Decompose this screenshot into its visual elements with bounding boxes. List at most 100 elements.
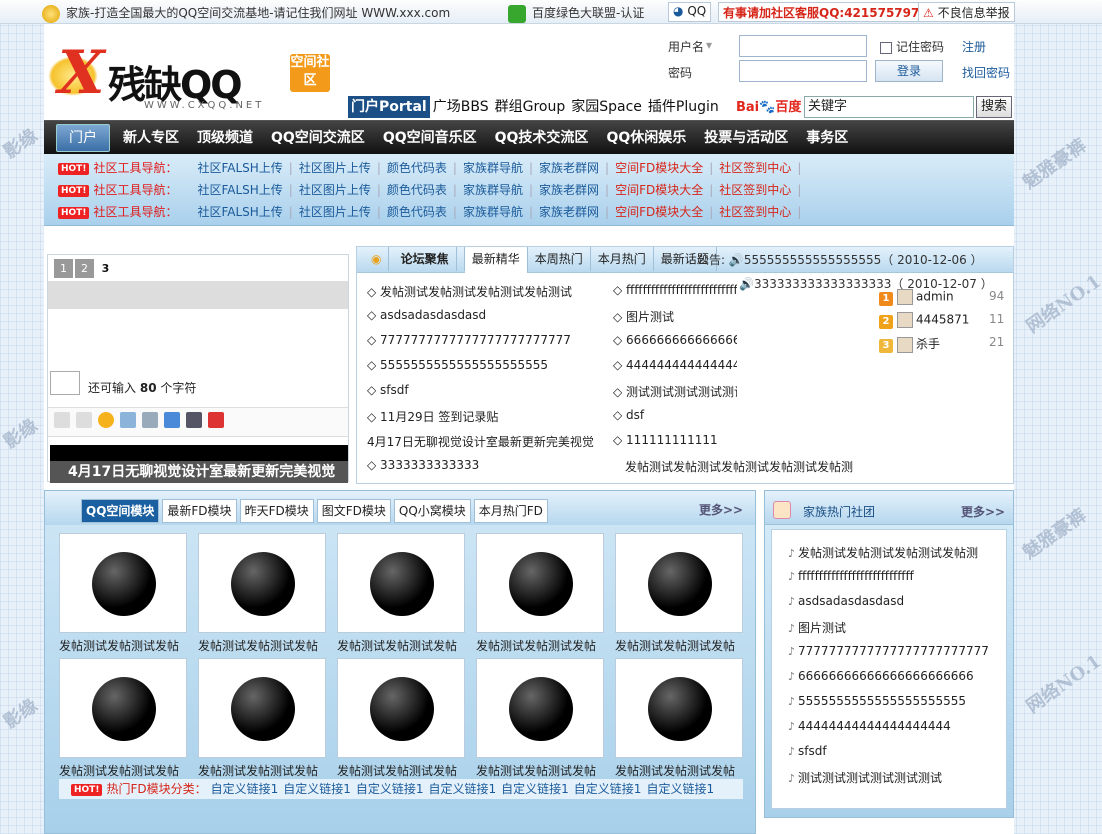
- login-button[interactable]: 登录: [875, 60, 943, 82]
- thread-link[interactable]: ◇ 111111111111: [613, 433, 737, 447]
- announcement[interactable]: 公告: 🔊555555555555555555（ 2010-12-06 ）: [697, 251, 983, 268]
- club-item[interactable]: 5555555555555555555555: [788, 694, 1000, 708]
- thread-link[interactable]: ◇ 66666666666666666666666: [613, 333, 737, 347]
- tool-nav-link[interactable]: 家族群导航: [463, 161, 523, 175]
- module-thumbnail[interactable]: [476, 533, 604, 633]
- module-card[interactable]: 发帖测试发帖测试发帖: [337, 658, 465, 778]
- tool-nav-link[interactable]: 社区图片上传: [299, 183, 371, 197]
- align-left-icon[interactable]: [54, 412, 70, 428]
- tool-nav-link[interactable]: 社区图片上传: [299, 161, 371, 175]
- rank-item[interactable]: 2 4445871 11: [879, 312, 1004, 329]
- club-item[interactable]: 图片测试: [788, 619, 1000, 636]
- nav-item-vote[interactable]: 投票与活动区: [695, 122, 797, 154]
- register-link[interactable]: 注册: [962, 38, 986, 55]
- nav-item-tech[interactable]: QQ技术交流区: [486, 122, 598, 154]
- tool-nav-link[interactable]: 家族老群网: [539, 183, 599, 197]
- smiley-icon[interactable]: [98, 412, 114, 428]
- club-item[interactable]: 测试测试测试测试测试测试: [788, 769, 1000, 786]
- tool-nav-link[interactable]: 颜色代码表: [387, 161, 447, 175]
- image-icon[interactable]: [120, 412, 136, 428]
- remember-password[interactable]: 记住密码: [880, 38, 944, 55]
- chevron-down-icon[interactable]: ▾: [706, 38, 712, 52]
- video-icon[interactable]: [186, 412, 202, 428]
- club-item[interactable]: sfsdf: [788, 744, 1000, 758]
- tab-group[interactable]: 群组Group: [492, 96, 569, 118]
- club-item[interactable]: 44444444444444444444: [788, 719, 1000, 733]
- tab-latest-fd[interactable]: 最新FD模块: [162, 499, 237, 523]
- module-caption[interactable]: 发帖测试发帖测试发帖: [198, 762, 326, 779]
- custom-link[interactable]: 自定义链接1: [283, 782, 351, 796]
- custom-link[interactable]: 自定义链接1: [501, 782, 569, 796]
- search-input[interactable]: 关键字: [804, 96, 974, 118]
- tool-nav-link[interactable]: 空间FD模块大全: [615, 205, 703, 219]
- site-logo[interactable]: X 残缺QQ 空间社区 WWW.CXQQ.NET: [48, 36, 338, 116]
- tab-portal[interactable]: 门户Portal: [348, 96, 430, 118]
- tool-nav-link[interactable]: 社区签到中心: [719, 205, 791, 219]
- tab-yesterday-fd[interactable]: 昨天FD模块: [239, 499, 314, 523]
- reply-textarea[interactable]: [50, 371, 80, 395]
- rank-item[interactable]: 1 admin 94: [879, 289, 1004, 306]
- module-thumbnail[interactable]: [59, 533, 187, 633]
- tool-nav-link[interactable]: 社区图片上传: [299, 205, 371, 219]
- nav-item-newbie[interactable]: 新人专区: [114, 122, 188, 154]
- tab-qqspace-module[interactable]: QQ空间模块: [81, 499, 160, 523]
- tool-nav-link[interactable]: 社区签到中心: [719, 161, 791, 175]
- module-thumbnail[interactable]: [337, 658, 465, 758]
- site-notice[interactable]: 家族-打造全国最大的QQ空间交流基地-请记住我们网址 WWW.xxx.com: [42, 4, 450, 23]
- forgot-password-link[interactable]: 找回密码: [962, 64, 1010, 81]
- club-item[interactable]: ffffffffffffffffffffffffffff: [788, 569, 1000, 583]
- module-card[interactable]: 发帖测试发帖测试发帖: [476, 658, 604, 778]
- password-input[interactable]: [739, 60, 867, 82]
- tab-month-hot[interactable]: 本月热门: [591, 247, 654, 271]
- club-item[interactable]: 发帖测试发帖测试发帖测试发帖测: [788, 544, 1000, 561]
- announcement[interactable]: 🔊333333333333333333（ 2010-12-07 ）: [739, 275, 993, 292]
- thread-link[interactable]: ◇ 44444444444444444444: [613, 358, 737, 372]
- custom-link[interactable]: 自定义链接1: [356, 782, 424, 796]
- thread-link[interactable]: ◇ 发帖测试发帖测试发帖测试发帖测试: [367, 283, 607, 300]
- slider-page-button[interactable]: 1: [54, 259, 73, 278]
- thread-link[interactable]: ◇ asdsadasdasdasd: [367, 308, 607, 322]
- module-card[interactable]: 发帖测试发帖测试发帖: [615, 658, 743, 778]
- thread-link[interactable]: ◇ ffffffffffffffffffffffffffff: [613, 283, 737, 297]
- rank-item[interactable]: 3 杀手 21: [879, 335, 1004, 353]
- nav-item-affairs[interactable]: 事务区: [797, 122, 857, 154]
- thread-link[interactable]: ◇ dsf: [613, 408, 737, 422]
- module-thumbnail[interactable]: [615, 658, 743, 758]
- slider-page-button[interactable]: 2: [75, 259, 94, 278]
- tool-nav-link[interactable]: 家族群导航: [463, 183, 523, 197]
- module-card[interactable]: 发帖测试发帖测试发帖: [337, 533, 465, 653]
- nav-item-music[interactable]: QQ空间音乐区: [374, 122, 486, 154]
- qq-button[interactable]: ◕ QQ: [668, 2, 712, 22]
- module-caption[interactable]: 发帖测试发帖测试发帖: [337, 637, 465, 654]
- align-right-icon[interactable]: [76, 412, 92, 428]
- report-button[interactable]: ⚠ 不良信息举报: [918, 2, 1015, 22]
- nav-item-leisure[interactable]: QQ休闲娱乐: [597, 122, 695, 154]
- thread-link[interactable]: ◇ sfsdf: [367, 383, 607, 397]
- module-caption[interactable]: 发帖测试发帖测试发帖: [59, 762, 187, 779]
- tool-nav-link[interactable]: 社区FALSH上传: [197, 183, 282, 197]
- thread-link[interactable]: ◇ 11月29日 签到记录贴: [367, 408, 607, 425]
- module-card[interactable]: 发帖测试发帖测试发帖: [198, 533, 326, 653]
- tool-nav-link[interactable]: 社区签到中心: [719, 183, 791, 197]
- custom-link[interactable]: 自定义链接1: [429, 782, 497, 796]
- thread-link[interactable]: ◇ 7777777777777777777777777: [367, 333, 607, 347]
- thread-link[interactable]: ◇ 图片测试: [613, 308, 737, 325]
- thread-link[interactable]: ◇ 3333333333333: [367, 458, 607, 472]
- module-caption[interactable]: 发帖测试发帖测试发帖: [476, 637, 604, 654]
- more-link[interactable]: 更多>>: [699, 501, 743, 518]
- slider-image[interactable]: [50, 445, 348, 461]
- nav-item-qqspace[interactable]: QQ空间交流区: [262, 122, 374, 154]
- club-item[interactable]: 66666666666666666666666: [788, 669, 1000, 683]
- baidu-union-link[interactable]: 百度绿色大联盟-认证: [508, 4, 644, 23]
- search-button[interactable]: 搜索: [976, 96, 1012, 118]
- tool-nav-link[interactable]: 颜色代码表: [387, 183, 447, 197]
- module-card[interactable]: 发帖测试发帖测试发帖: [59, 658, 187, 778]
- module-card[interactable]: 发帖测试发帖测试发帖: [59, 533, 187, 653]
- custom-link[interactable]: 自定义链接1: [574, 782, 642, 796]
- module-caption[interactable]: 发帖测试发帖测试发帖: [198, 637, 326, 654]
- username-input[interactable]: [739, 35, 867, 57]
- tool-nav-link[interactable]: 家族老群网: [539, 205, 599, 219]
- slider-page-button[interactable]: 3: [96, 259, 115, 278]
- tab-latest-elite[interactable]: 最新精华: [464, 247, 528, 273]
- thread-link[interactable]: ◇ 5555555555555555555555: [367, 358, 607, 372]
